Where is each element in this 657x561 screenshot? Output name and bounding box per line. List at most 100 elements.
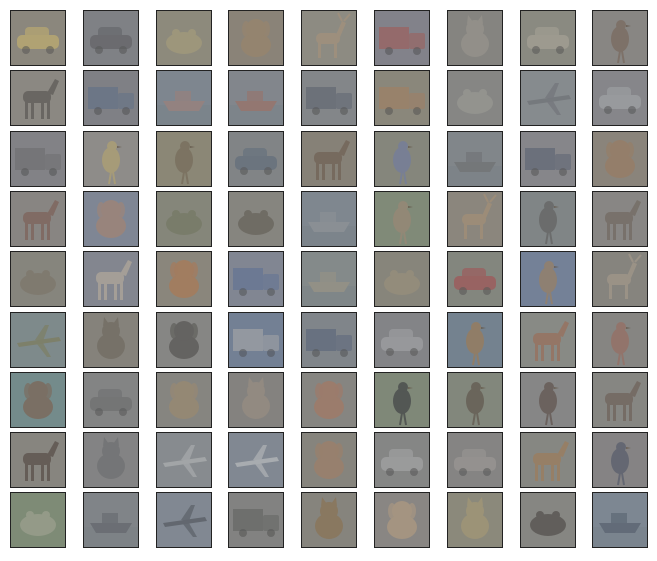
grid-tile [520,372,576,428]
dog-icon [302,433,356,487]
bird-icon [521,373,575,427]
grid-tile [592,312,648,368]
horse-icon [521,433,575,487]
dog-icon [157,373,211,427]
horse-icon [11,71,65,125]
grid-tile [83,251,139,307]
grid-tile [301,372,357,428]
grid-tile [592,10,648,66]
bird-icon [448,313,502,367]
grid-tile [228,312,284,368]
grid-tile [374,191,430,247]
ship-icon [448,132,502,186]
grid-tile [10,492,66,548]
dog-icon [593,132,647,186]
car-icon [593,71,647,125]
grid-tile [520,131,576,187]
horse-icon [593,373,647,427]
grid-tile [228,10,284,66]
frog-icon [157,192,211,246]
grid-tile [83,191,139,247]
grid-tile [156,372,212,428]
bird-icon [593,313,647,367]
grid-tile [10,70,66,126]
grid-tile [228,251,284,307]
horse-icon [593,192,647,246]
airplane-icon [157,493,211,547]
cat-icon [229,373,283,427]
image-grid [0,0,657,561]
grid-tile [447,131,503,187]
grid-tile [156,191,212,247]
bird-icon [448,373,502,427]
dog-icon [157,313,211,367]
truck-icon [84,71,138,125]
grid-tile [520,312,576,368]
grid-tile [83,372,139,428]
truck-icon [375,71,429,125]
bird-icon [84,132,138,186]
car-icon [375,433,429,487]
grid-tile [374,312,430,368]
horse-icon [84,252,138,306]
grid-tile [83,492,139,548]
bird-icon [375,192,429,246]
bird-icon [521,252,575,306]
frog-icon [521,493,575,547]
grid-tile [156,312,212,368]
grid-tile [228,492,284,548]
grid-tile [156,70,212,126]
grid-tile [592,251,648,307]
horse-icon [11,433,65,487]
truck-icon [11,132,65,186]
frog-icon [157,11,211,65]
grid-tile [10,432,66,488]
grid-tile [228,131,284,187]
grid-tile [301,131,357,187]
grid-tile [83,432,139,488]
grid-tile [301,10,357,66]
grid-tile [301,70,357,126]
car-icon [375,313,429,367]
grid-tile [520,191,576,247]
grid-tile [10,372,66,428]
grid-tile [374,131,430,187]
grid-tile [592,492,648,548]
cat-icon [302,493,356,547]
grid-tile [520,10,576,66]
grid-tile [592,131,648,187]
automobile-icon [521,11,575,65]
grid-tile [228,372,284,428]
grid-tile [592,70,648,126]
grid-tile [520,492,576,548]
grid-tile [83,131,139,187]
car-icon [448,252,502,306]
grid-tile [228,191,284,247]
grid-tile [301,432,357,488]
grid-tile [592,432,648,488]
cat-icon [448,11,502,65]
truck-icon [521,132,575,186]
grid-tile [156,251,212,307]
frog-icon [375,252,429,306]
grid-tile [301,312,357,368]
bird-icon [593,11,647,65]
grid-tile [374,492,430,548]
grid-tile [592,191,648,247]
grid-tile [10,131,66,187]
grid-tile [447,70,503,126]
truck-icon [302,71,356,125]
grid-tile [520,432,576,488]
cat-icon [448,493,502,547]
cat-icon [84,313,138,367]
dog-icon [84,192,138,246]
cat-icon [84,433,138,487]
dog-icon [157,252,211,306]
car-icon [11,11,65,65]
grid-tile [447,251,503,307]
bird-icon [157,132,211,186]
horse-icon [11,192,65,246]
grid-tile [374,70,430,126]
horse-icon [521,313,575,367]
frog-icon [229,192,283,246]
